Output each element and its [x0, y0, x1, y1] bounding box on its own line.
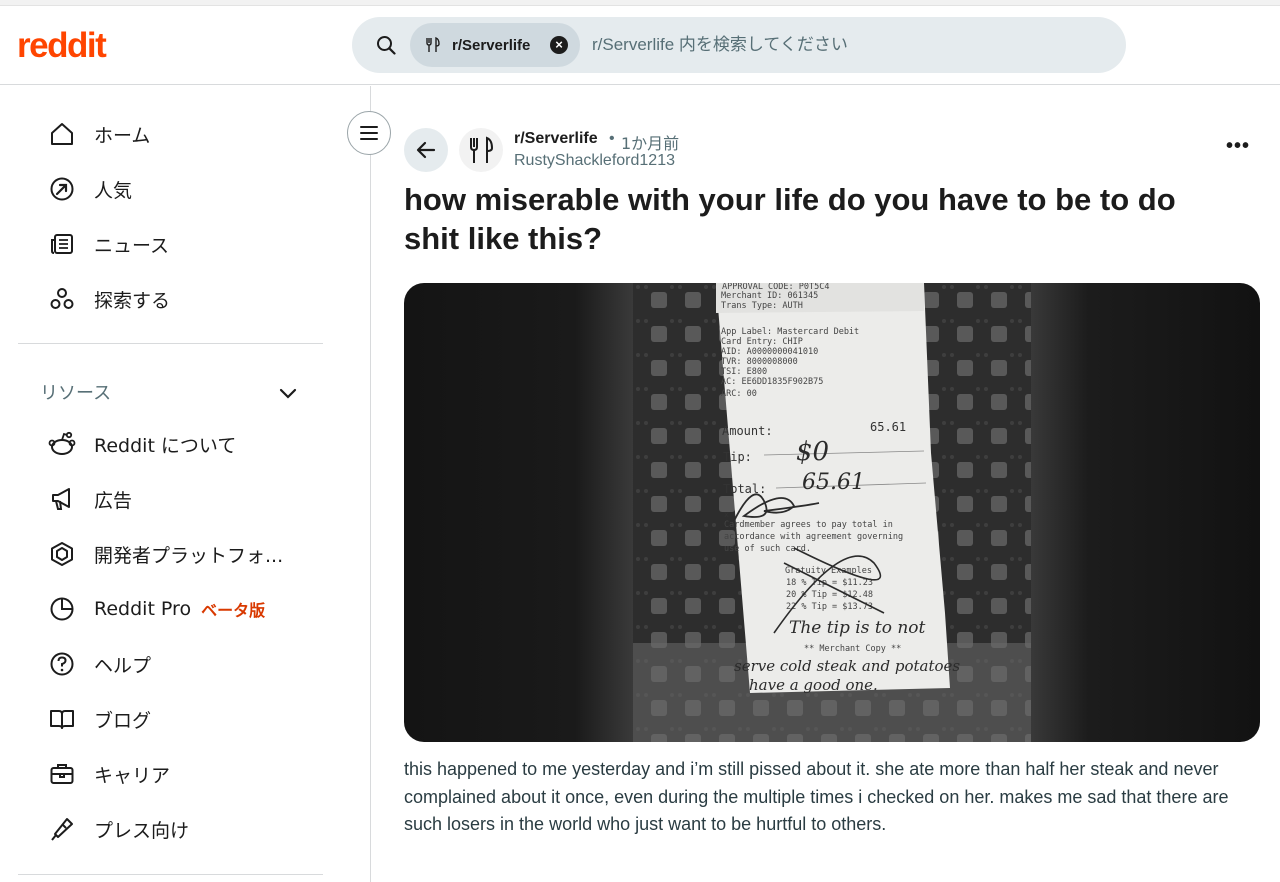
- sidebar-item-explore[interactable]: 探索する: [18, 275, 323, 323]
- more-options-button[interactable]: •••: [1220, 136, 1256, 164]
- receipt-header-line: Merchant ID: 061345: [721, 291, 818, 301]
- receipt-x-mark: x: [724, 510, 729, 519]
- megaphone-icon: [48, 485, 76, 513]
- press-icon: [48, 815, 76, 843]
- reddit-logo[interactable]: reddit: [17, 26, 107, 66]
- handwritten-tip: $0: [796, 437, 829, 467]
- receipt-gratuity-line: Gratuity Examples: [785, 566, 872, 576]
- sidebar-item-reddit-pro[interactable]: Reddit Pro ベータ版: [18, 585, 323, 633]
- sidebar-item-label: 探索する: [94, 289, 171, 312]
- receipt-agreement-line: Cardmember agrees to pay total in: [724, 520, 893, 530]
- chip-close-icon[interactable]: ×: [550, 36, 568, 54]
- popular-icon: [48, 175, 76, 203]
- receipt-card-line: AC: EE6DD1835F902B75: [721, 377, 823, 387]
- receipt-header-line: Trans Type: AUTH: [721, 301, 803, 311]
- subreddit-avatar[interactable]: [459, 128, 503, 172]
- sidebar-item-popular[interactable]: 人気: [18, 165, 323, 213]
- meta-separator: •: [609, 130, 615, 147]
- receipt-card-line: AID: A0000000041010: [721, 347, 818, 357]
- sidebar-item-help[interactable]: ヘルプ: [18, 640, 323, 688]
- sidebar-item-news[interactable]: ニュース: [18, 220, 323, 268]
- post-detail: r/Serverlife • 1か月前 RustyShackleford1213…: [372, 86, 1280, 882]
- developer-platform-icon: [48, 540, 76, 568]
- left-sidebar: ホーム 人気 ニュース 探索する リソース Reddit について 広告 開発者…: [0, 86, 371, 882]
- sidebar-item-careers[interactable]: キャリア: [18, 750, 323, 798]
- chip-label: r/Serverlife: [452, 36, 531, 54]
- receipt-total-label: Total:: [723, 482, 766, 496]
- fork-knife-icon: [470, 136, 494, 163]
- reddit-alien-icon: [48, 430, 76, 458]
- receipt-photo: APPROVAL CODE: P0T5C4 Merchant ID: 06134…: [633, 283, 1031, 742]
- sidebar-item-blog[interactable]: ブログ: [18, 695, 323, 743]
- sidebar-item-press[interactable]: プレス向け: [18, 805, 323, 853]
- sidebar-item-home[interactable]: ホーム: [18, 110, 323, 158]
- subreddit-link[interactable]: r/Serverlife: [514, 130, 598, 148]
- sidebar-item-label: ブログ: [94, 709, 152, 732]
- receipt-gratuity-line: 22 % Tip = $13.73: [786, 602, 873, 612]
- receipt-tip-label: Tip:: [723, 450, 752, 464]
- sidebar-item-label: 開発者プラットフォ...: [94, 544, 284, 567]
- post-title: how miserable with your life do you have…: [404, 182, 1176, 256]
- receipt-card-line: ARC: 00: [721, 389, 757, 399]
- top-header: reddit r/Serverlife ×: [0, 0, 1280, 85]
- home-icon: [48, 120, 76, 148]
- explore-icon: [48, 285, 76, 313]
- sidebar-item-about-reddit[interactable]: Reddit について: [18, 420, 323, 468]
- receipt-amount-label: Amount:: [722, 424, 773, 438]
- sidebar-divider: [18, 343, 323, 344]
- fork-knife-icon: [426, 37, 440, 52]
- sidebar-item-label: Reddit Pro: [94, 598, 192, 620]
- sidebar-item-label: 人気: [94, 179, 133, 202]
- receipt-gratuity-line: 20 % Tip = $12.48: [786, 590, 873, 600]
- handwritten-note-line3: have a good one.: [749, 676, 878, 694]
- arrow-left-icon: [416, 141, 436, 159]
- sidebar-item-label: プレス向け: [94, 819, 190, 842]
- sidebar-item-label: ホーム: [94, 124, 151, 147]
- receipt-merchant-copy: ** Merchant Copy **: [804, 644, 901, 654]
- resources-section-toggle[interactable]: リソース: [18, 372, 323, 412]
- post-author[interactable]: RustyShackleford1213: [514, 152, 675, 170]
- beta-badge: ベータ版: [201, 601, 266, 620]
- receipt-card-line: Card Entry: CHIP: [721, 337, 803, 347]
- handwritten-note-line1: The tip is to not: [789, 618, 926, 638]
- post-image[interactable]: APPROVAL CODE: P0T5C4 Merchant ID: 06134…: [404, 283, 1260, 742]
- receipt-card-line: App Label: Mastercard Debit: [721, 327, 859, 337]
- receipt-card-line: TVR: 8000008000: [721, 357, 798, 367]
- sidebar-divider: [18, 874, 323, 875]
- receipt-amount-value: 65.61: [870, 420, 906, 434]
- handwritten-note-line2: serve cold steak and potatoes: [734, 657, 960, 675]
- sidebar-item-label: ニュース: [94, 234, 170, 257]
- search-input[interactable]: [592, 31, 1092, 59]
- sidebar-item-label: キャリア: [94, 764, 171, 787]
- receipt-card-line: TSI: E800: [721, 367, 767, 377]
- chevron-down-icon: [279, 388, 297, 399]
- receipt-agreement-line: accordance with agreement governing: [724, 532, 903, 542]
- subreddit-search-chip[interactable]: r/Serverlife ×: [410, 23, 580, 67]
- browser-strip: [0, 0, 1280, 6]
- back-button[interactable]: [404, 128, 448, 172]
- sidebar-item-advertise[interactable]: 広告: [18, 475, 323, 523]
- post-timestamp: 1か月前: [621, 134, 680, 153]
- news-icon: [48, 230, 76, 258]
- receipt-agreement-line: use of such card.: [724, 544, 811, 554]
- blog-icon: [48, 705, 76, 733]
- pro-icon: [48, 595, 76, 623]
- post-body: this happened to me yesterday and i’m st…: [404, 759, 1229, 834]
- search-icon: [377, 36, 396, 55]
- search-bar[interactable]: r/Serverlife ×: [352, 17, 1126, 73]
- sidebar-item-label: ヘルプ: [94, 654, 152, 677]
- sidebar-item-developer-platform[interactable]: 開発者プラットフォ...: [18, 530, 323, 578]
- resources-heading: リソース: [40, 383, 112, 404]
- sidebar-item-label: Reddit について: [94, 434, 237, 457]
- handwritten-total: 65.61: [802, 470, 865, 495]
- sidebar-item-label: 広告: [94, 489, 133, 512]
- career-icon: [48, 760, 76, 788]
- help-icon: [48, 650, 76, 678]
